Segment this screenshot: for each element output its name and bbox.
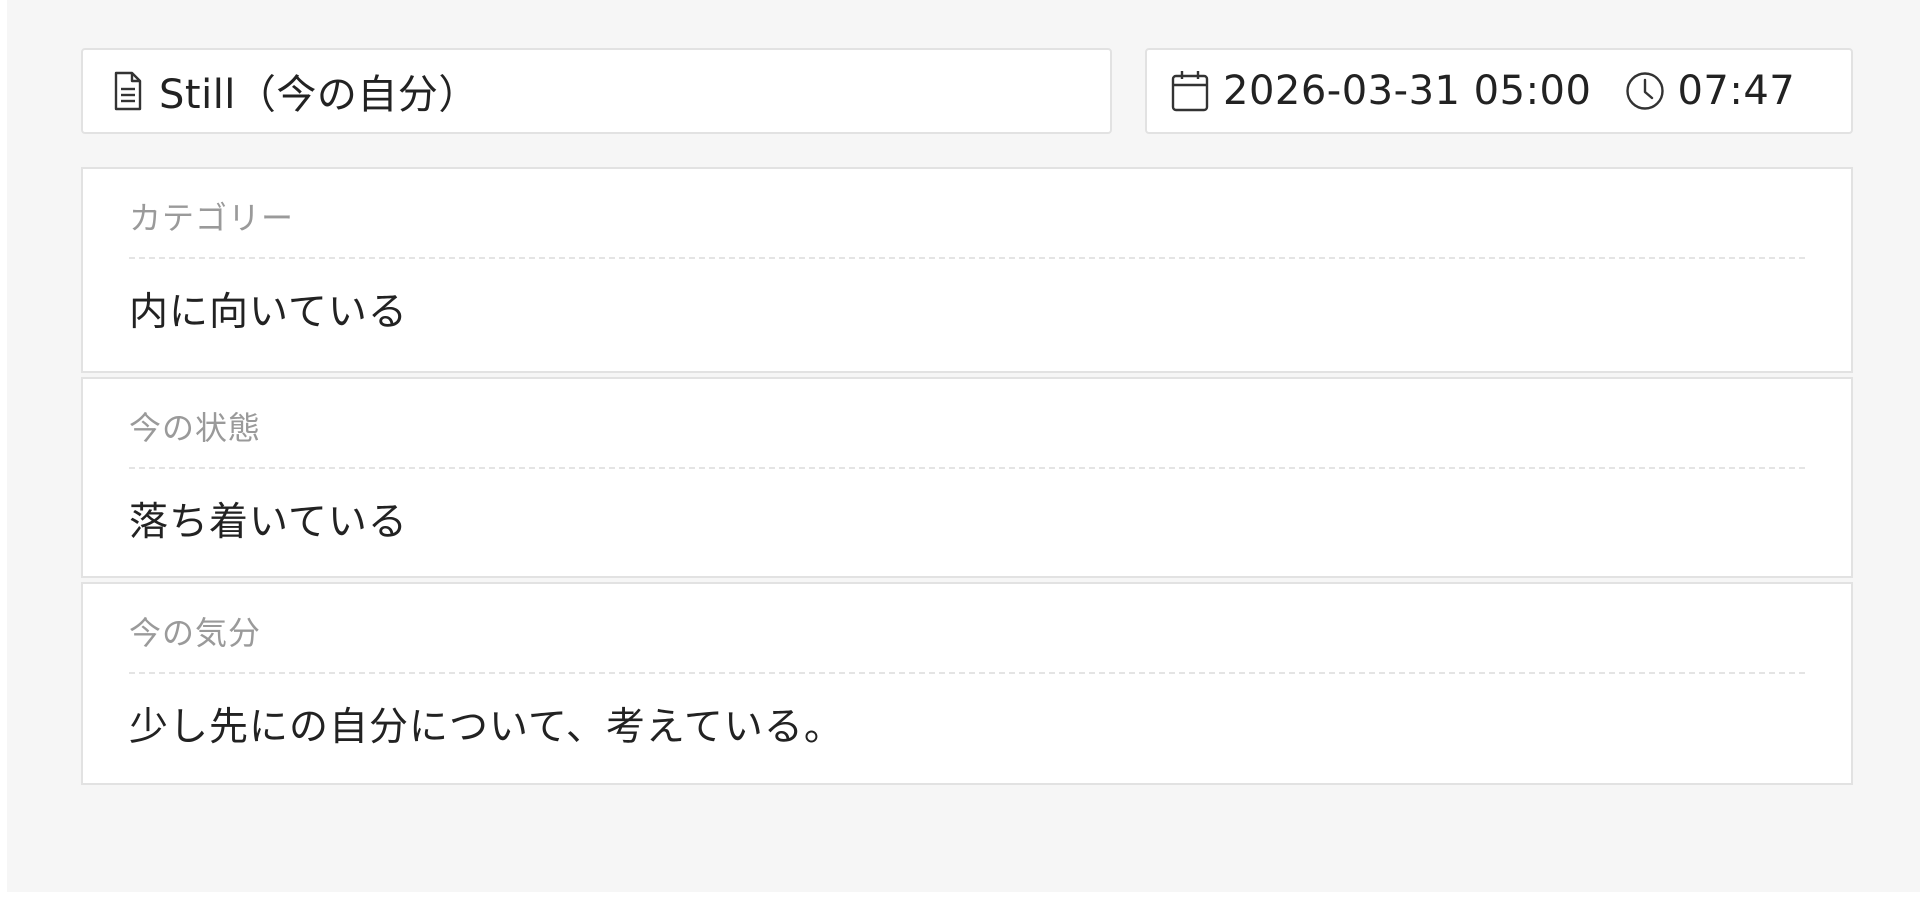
page-background: Still（今の自分） 2026-03-31 05:00 07:47 カテゴリー… <box>7 0 1920 892</box>
header-row: Still（今の自分） 2026-03-31 05:00 07:47 <box>81 48 1853 134</box>
date-value: 2026-03-31 05:00 <box>1223 68 1592 114</box>
section-divider <box>129 672 1805 674</box>
section-value: 内に向いている <box>129 290 408 335</box>
section-value: 落ち着いている <box>129 500 408 545</box>
section-label: 今の気分 <box>129 614 262 652</box>
clock-icon <box>1625 71 1665 111</box>
section-label: 今の状態 <box>129 409 262 447</box>
section-divider <box>129 467 1805 469</box>
section-mood[interactable]: 今の気分 少し先にの自分について、考えている。 <box>81 582 1853 785</box>
page-title: Still（今の自分） <box>159 72 479 118</box>
document-icon <box>113 71 143 111</box>
section-label: カテゴリー <box>129 199 295 237</box>
section-value: 少し先にの自分について、考えている。 <box>129 705 844 750</box>
calendar-icon <box>1171 70 1209 112</box>
section-divider <box>129 257 1805 259</box>
datetime-field[interactable]: 2026-03-31 05:00 07:47 <box>1145 48 1853 134</box>
section-category[interactable]: カテゴリー 内に向いている <box>81 167 1853 373</box>
time-value: 07:47 <box>1677 68 1796 114</box>
section-state[interactable]: 今の状態 落ち着いている <box>81 377 1853 578</box>
title-field[interactable]: Still（今の自分） <box>81 48 1112 134</box>
